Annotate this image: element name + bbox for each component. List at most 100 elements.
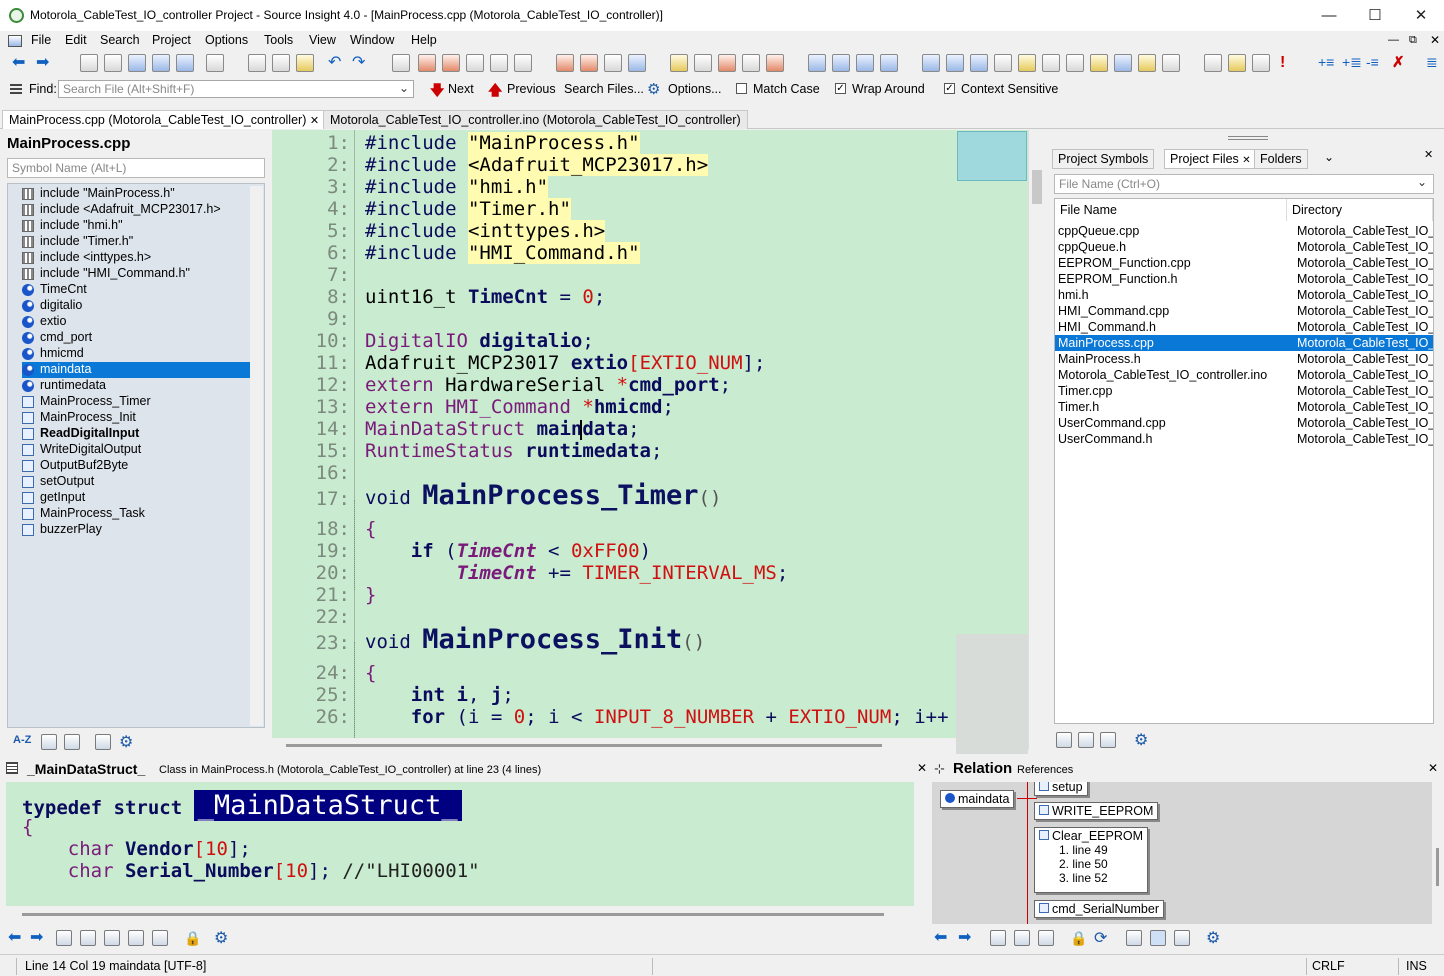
settings-gear-icon[interactable]: ⚙ [214, 928, 228, 948]
ref-line[interactable]: 3. line 52 [1039, 871, 1143, 885]
grid-icon[interactable] [1162, 54, 1180, 72]
arrow-down-icon[interactable]: 🡇 [430, 80, 444, 104]
symbol-item[interactable]: include "hmi.h" [22, 218, 123, 234]
save-icon[interactable] [128, 54, 146, 72]
diff-icon[interactable]: ≣ [1426, 54, 1438, 71]
list-view-icon[interactable] [41, 734, 57, 750]
horizontal-graph-icon[interactable] [1150, 930, 1166, 946]
sync-icon[interactable] [766, 54, 784, 72]
outline-icon[interactable] [152, 930, 168, 946]
replace-icon[interactable] [466, 54, 484, 72]
menu-help[interactable]: Help [411, 33, 437, 47]
tab-close-icon[interactable]: ✕ [310, 115, 319, 127]
search-results-icon[interactable] [1042, 54, 1060, 72]
code-editor[interactable]: 1: 2: 3: 4: 5: 6: 7: 8: 9: 10: 11: 12: 13: 14: 15: 16: 1… [272, 130, 956, 738]
paste-icon[interactable] [296, 54, 314, 72]
symbol-item[interactable]: include "MainProcess.h" [22, 186, 175, 202]
menu-search[interactable]: Search [100, 33, 140, 47]
menu-file[interactable]: File [31, 33, 51, 47]
context-horizontal-scrollbar[interactable] [6, 906, 930, 922]
chevron-down-icon[interactable]: ⌄ [1324, 150, 1334, 164]
file-row[interactable]: Motorola_CableTest_IO_controller.ino Moto… [1055, 367, 1433, 383]
menu-project[interactable]: Project [152, 33, 191, 47]
scroll-thumb[interactable] [1436, 848, 1439, 886]
relation-close-icon[interactable]: ✕ [1428, 761, 1438, 775]
column-directory[interactable]: Directory [1287, 199, 1433, 221]
symbol-item[interactable]: include "HMI_Command.h" [22, 266, 190, 282]
search-web-icon[interactable] [514, 54, 532, 72]
scroll-thumb[interactable] [22, 913, 884, 916]
layout-4-icon[interactable] [880, 54, 898, 72]
file-row[interactable]: Timer.h Motorola_CableTest_IO_ [1055, 399, 1433, 415]
mdi-close-icon[interactable]: ✕ [1430, 33, 1440, 47]
scroll-thumb[interactable] [286, 744, 882, 747]
file-row[interactable]: MainProcess.cpp Motorola_CableTest_IO_ [1055, 335, 1433, 351]
symbol-item[interactable]: MainProcess_Task [22, 506, 145, 522]
ref-line[interactable]: 1. line 49 [1039, 843, 1143, 857]
symbol-window-icon[interactable] [994, 54, 1012, 72]
relation-node-write-eeprom[interactable]: WRITE_EEPROM [1034, 802, 1159, 820]
relation-node-cmd-serialnumber[interactable]: cmd_SerialNumber [1034, 900, 1164, 918]
symbol-item[interactable]: include <inttypes.h> [22, 250, 151, 266]
tab-close-icon[interactable]: ✕ [1242, 155, 1250, 166]
symbol-info-icon[interactable] [670, 54, 688, 72]
forward-icon[interactable]: ➡ [30, 930, 48, 946]
jump-to-icon[interactable] [56, 930, 72, 946]
file-row[interactable]: hmi.h Motorola_CableTest_IO_ [1055, 287, 1433, 303]
context-sensitive-checkbox[interactable]: ✓ [944, 83, 955, 94]
symbol-item[interactable]: extio [22, 314, 66, 330]
open-file-icon[interactable] [104, 54, 122, 72]
open-project-icon[interactable] [1056, 732, 1072, 748]
minimap-viewport[interactable] [957, 131, 1027, 181]
context-close-icon[interactable]: ✕ [917, 761, 927, 775]
find-next-button[interactable]: Next [448, 82, 474, 96]
symbol-item[interactable]: MainProcess_Timer [22, 394, 151, 410]
editor-vertical-scrollbar[interactable] [1028, 130, 1045, 750]
lookup-icon[interactable] [80, 930, 96, 946]
relation-node-setup[interactable]: setup [1034, 782, 1088, 796]
menu-window[interactable]: Window [350, 33, 394, 47]
context-view[interactable]: typedef struct _MainDataStruct_ { char V… [6, 782, 914, 906]
back-icon[interactable]: ⬅ [934, 930, 952, 946]
file-row[interactable]: Timer.cpp Motorola_CableTest_IO_ [1055, 383, 1433, 399]
sync-project-icon[interactable] [1078, 732, 1094, 748]
symbol-item[interactable]: setOutput [22, 474, 94, 490]
match-case-checkbox[interactable] [736, 83, 747, 94]
menu-options[interactable]: Options [205, 33, 248, 47]
clip-window-icon[interactable] [1018, 54, 1036, 72]
file-row[interactable]: UserCommand.h Motorola_CableTest_IO_ [1055, 431, 1433, 447]
symbol-item[interactable]: digitalio [22, 298, 82, 314]
maximize-button[interactable]: ☐ [1352, 0, 1398, 31]
tool-3-icon[interactable] [1252, 54, 1270, 72]
replace-files-icon[interactable] [490, 54, 508, 72]
symbol-item[interactable]: OutputBuf2Byte [22, 458, 128, 474]
editor-horizontal-scrollbar[interactable] [272, 738, 956, 752]
panel-grip[interactable] [1228, 136, 1268, 140]
pin-icon[interactable] [628, 54, 646, 72]
chevron-down-icon[interactable]: ⌄ [1417, 175, 1427, 189]
back-icon[interactable]: ⬅ [8, 930, 26, 946]
symbol-scrollbar[interactable] [250, 186, 263, 726]
menu-edit[interactable]: Edit [65, 33, 87, 47]
print-icon[interactable] [206, 54, 224, 72]
layout-3-icon[interactable] [856, 54, 874, 72]
lookup-icon[interactable] [1014, 930, 1030, 946]
relation-window-icon[interactable] [970, 54, 988, 72]
search-files-button[interactable]: Search Files... [564, 82, 644, 96]
relation-scrollbar[interactable] [1432, 782, 1444, 924]
mdi-minimize-icon[interactable]: — [1388, 34, 1399, 46]
tab-project-symbols[interactable]: Project Symbols [1052, 149, 1155, 169]
chevron-down-icon[interactable]: ⌄ [399, 81, 409, 95]
file-list-icon[interactable] [1100, 732, 1116, 748]
lookup-icon[interactable] [694, 54, 712, 72]
mdi-restore-icon[interactable]: ⧉ [1409, 34, 1417, 47]
symbol-item[interactable]: WriteDigitalOutput [22, 442, 141, 458]
tab-project-files[interactable]: Project Files ✕ [1164, 149, 1257, 169]
file-name-input[interactable]: File Name (Ctrl+O) ⌄ [1054, 174, 1434, 194]
symbol-item[interactable]: buzzerPlay [22, 522, 102, 538]
file-row[interactable]: EEPROM_Function.cpp Motorola_CableTest_IO… [1055, 255, 1433, 271]
category-icon[interactable] [64, 734, 80, 750]
cut-icon[interactable] [248, 54, 266, 72]
outline-add-icon[interactable]: +≣ [1342, 54, 1362, 71]
indent-add-icon[interactable]: +≡ [1318, 54, 1334, 70]
